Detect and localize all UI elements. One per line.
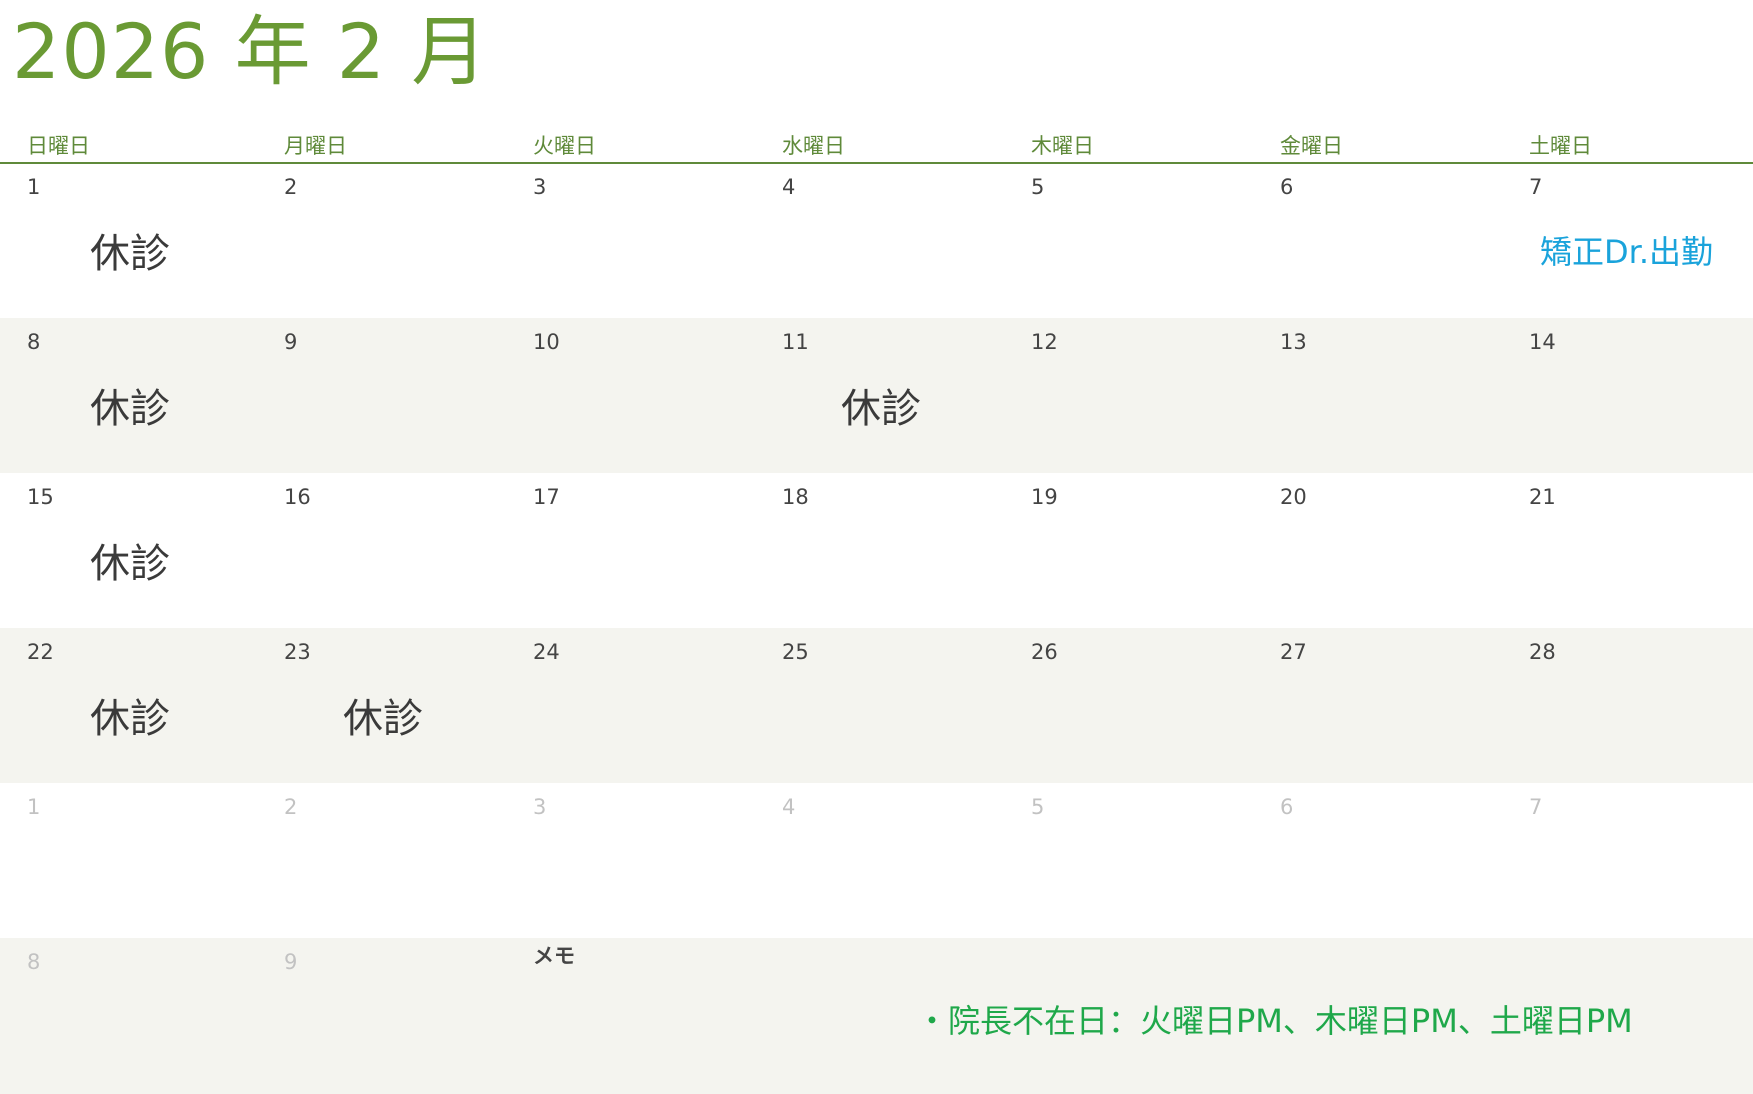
day-cell[interactable]: 16 (257, 473, 506, 628)
week-row-4: 22 休診 23 休診 24 25 26 27 28 (0, 628, 1753, 783)
day-cell[interactable]: 1 (0, 783, 257, 938)
day-cell[interactable]: 12 (1004, 318, 1253, 473)
day-number: 20 (1280, 485, 1307, 509)
day-cell[interactable]: 4 (755, 783, 1004, 938)
week-row-3: 15 休診 16 17 18 19 20 21 (0, 473, 1753, 628)
day-number: 11 (782, 330, 809, 354)
day-cell[interactable]: 9 (257, 938, 506, 1093)
day-cell[interactable]: 2 (257, 783, 506, 938)
day-cell[interactable]: 21 (1502, 473, 1753, 628)
day-number-other-month: 5 (1031, 795, 1045, 819)
day-number: 22 (27, 640, 54, 664)
closed-note: 休診 (90, 386, 170, 432)
weekday-thursday: 木曜日 (1031, 134, 1094, 158)
day-cell[interactable]: 9 (257, 318, 506, 473)
day-cell[interactable]: 2 (257, 163, 506, 318)
week-row-2: 8 休診 9 10 11 休診 12 13 14 (0, 318, 1753, 473)
day-number: 5 (1031, 175, 1045, 199)
day-number: 7 (1529, 175, 1543, 199)
day-number: 24 (533, 640, 560, 664)
day-cell[interactable]: 6 (1253, 163, 1502, 318)
day-number: 21 (1529, 485, 1556, 509)
weekday-sunday: 日曜日 (27, 134, 90, 158)
day-cell[interactable]: 25 (755, 628, 1004, 783)
week-row-5: 1 2 3 4 5 6 7 (0, 783, 1753, 938)
day-number: 6 (1280, 175, 1294, 199)
weekday-friday: 金曜日 (1280, 134, 1343, 158)
closed-note: 休診 (841, 386, 921, 432)
day-cell[interactable]: 27 (1253, 628, 1502, 783)
day-cell[interactable]: 6 (1253, 783, 1502, 938)
day-number: 27 (1280, 640, 1307, 664)
day-number-other-month: 7 (1529, 795, 1543, 819)
day-number: 1 (27, 175, 41, 199)
day-number-other-month: 4 (782, 795, 796, 819)
day-cell[interactable]: 18 (755, 473, 1004, 628)
weekday-saturday: 土曜日 (1529, 134, 1592, 158)
day-cell[interactable]: 22 休診 (0, 628, 257, 783)
page-title: 2026 年 2 月 (12, 7, 489, 96)
day-cell[interactable]: 8 休診 (0, 318, 257, 473)
memo-label: メモ (533, 944, 575, 968)
day-cell[interactable]: 3 (506, 783, 755, 938)
day-number: 28 (1529, 640, 1556, 664)
weekday-wednesday: 水曜日 (782, 134, 845, 158)
weekday-tuesday: 火曜日 (533, 134, 596, 158)
weekday-monday: 月曜日 (284, 134, 347, 158)
day-number: 25 (782, 640, 809, 664)
day-cell[interactable]: 3 (506, 163, 755, 318)
day-number: 14 (1529, 330, 1556, 354)
day-cell[interactable]: 11 休診 (755, 318, 1004, 473)
day-number: 15 (27, 485, 54, 509)
day-number-other-month: 8 (27, 950, 41, 974)
day-number: 26 (1031, 640, 1058, 664)
day-cell[interactable]: 5 (1004, 163, 1253, 318)
day-number: 16 (284, 485, 311, 509)
day-number: 3 (533, 175, 547, 199)
day-cell[interactable]: 1 休診 (0, 163, 257, 318)
day-number: 10 (533, 330, 560, 354)
day-cell[interactable]: 8 (0, 938, 257, 1093)
day-number: 9 (284, 330, 298, 354)
day-cell[interactable]: 20 (1253, 473, 1502, 628)
day-number: 8 (27, 330, 41, 354)
closed-note: 休診 (90, 541, 170, 587)
day-number-other-month: 9 (284, 950, 298, 974)
day-cell[interactable]: 10 (506, 318, 755, 473)
calendar-page: 2026 年 2 月 日曜日 月曜日 火曜日 水曜日 木曜日 金曜日 土曜日 1… (0, 0, 1753, 1094)
day-cell[interactable]: 13 (1253, 318, 1502, 473)
day-number-other-month: 3 (533, 795, 547, 819)
day-cell[interactable]: 26 (1004, 628, 1253, 783)
day-number: 17 (533, 485, 560, 509)
day-cell[interactable]: 7 (1502, 783, 1753, 938)
week-row-1: 1 休診 2 3 4 5 6 7 矯正Dr.出勤 (0, 163, 1753, 318)
day-cell[interactable]: 23 休診 (257, 628, 506, 783)
day-number-other-month: 6 (1280, 795, 1294, 819)
day-cell[interactable]: 19 (1004, 473, 1253, 628)
day-number-other-month: 1 (27, 795, 41, 819)
orthodontist-note: 矯正Dr.出勤 (1540, 233, 1714, 271)
day-cell[interactable]: 7 矯正Dr.出勤 (1502, 163, 1753, 318)
day-number: 2 (284, 175, 298, 199)
day-cell[interactable]: 5 (1004, 783, 1253, 938)
day-number: 19 (1031, 485, 1058, 509)
day-cell[interactable]: 28 (1502, 628, 1753, 783)
day-number: 13 (1280, 330, 1307, 354)
day-number: 4 (782, 175, 796, 199)
day-cell[interactable]: 24 (506, 628, 755, 783)
memo-text[interactable]: ・院長不在日：火曜日PM、木曜日PM、土曜日PM (916, 996, 1633, 1042)
day-cell[interactable]: 15 休診 (0, 473, 257, 628)
day-cell[interactable]: 17 (506, 473, 755, 628)
day-cell[interactable]: 4 (755, 163, 1004, 318)
closed-note: 休診 (90, 696, 170, 742)
closed-note: 休診 (90, 231, 170, 277)
day-number: 23 (284, 640, 311, 664)
day-cell[interactable]: 14 (1502, 318, 1753, 473)
day-number-other-month: 2 (284, 795, 298, 819)
weekday-header-row: 日曜日 月曜日 火曜日 水曜日 木曜日 金曜日 土曜日 (0, 120, 1753, 164)
day-number: 12 (1031, 330, 1058, 354)
day-number: 18 (782, 485, 809, 509)
closed-note: 休診 (343, 696, 423, 742)
